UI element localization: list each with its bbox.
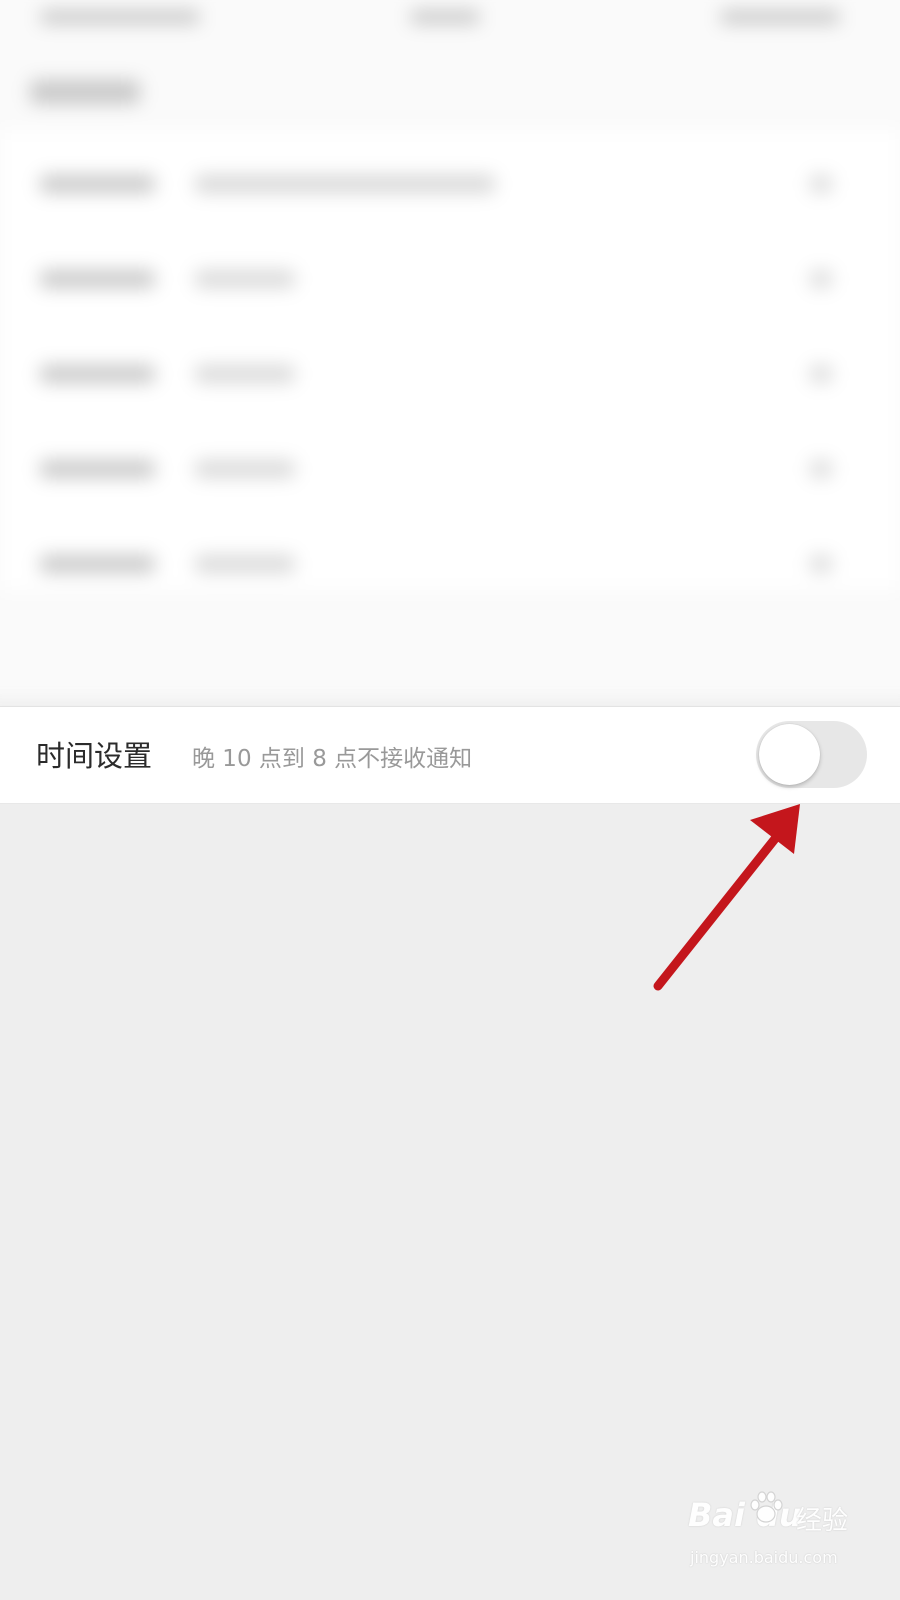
baidu-paw-icon [750,1491,783,1523]
blurred-background [0,0,900,700]
blurred-row-value [195,365,295,383]
blurred-row-label [40,365,155,383]
time-setting-description: 晚 10 点到 8 点不接收通知 [192,746,473,772]
watermark-product-text: 经验 [796,1506,849,1536]
blurred-row-label [40,175,155,193]
blurred-header-text [30,80,140,104]
blurred-row-chevron [810,175,832,193]
blurred-row-label [40,460,155,478]
blurred-row-chevron [810,270,832,288]
arrow-shaft [653,825,787,991]
blurred-row-value [195,460,295,478]
blurred-row-chevron [810,365,832,383]
blurred-row-value [195,555,295,573]
time-setting-row: 时间设置 晚 10 点到 8 点不接收通知 [0,706,900,804]
toggle-knob [759,724,820,785]
blurred-row-label [40,555,155,573]
baidu-jingyan-watermark: Bai du 经验 jingyan.baidu.com [688,1491,860,1580]
blurred-row-value [195,175,495,193]
time-setting-title: 时间设置 [36,739,153,773]
blurred-row-chevron [810,460,832,478]
time-setting-toggle[interactable] [756,721,867,788]
blurred-status-text [40,10,200,24]
blurred-row-label [40,270,155,288]
watermark-logo-text: Bai du [688,1496,802,1534]
arrow-head [750,804,800,854]
blurred-row-chevron [810,555,832,573]
blurred-row-value [195,270,295,288]
blurred-status-text [410,10,480,24]
blurred-settings-card [0,130,900,590]
blurred-status-text [720,10,840,24]
watermark-url-text: jingyan.baidu.com [690,1548,838,1567]
